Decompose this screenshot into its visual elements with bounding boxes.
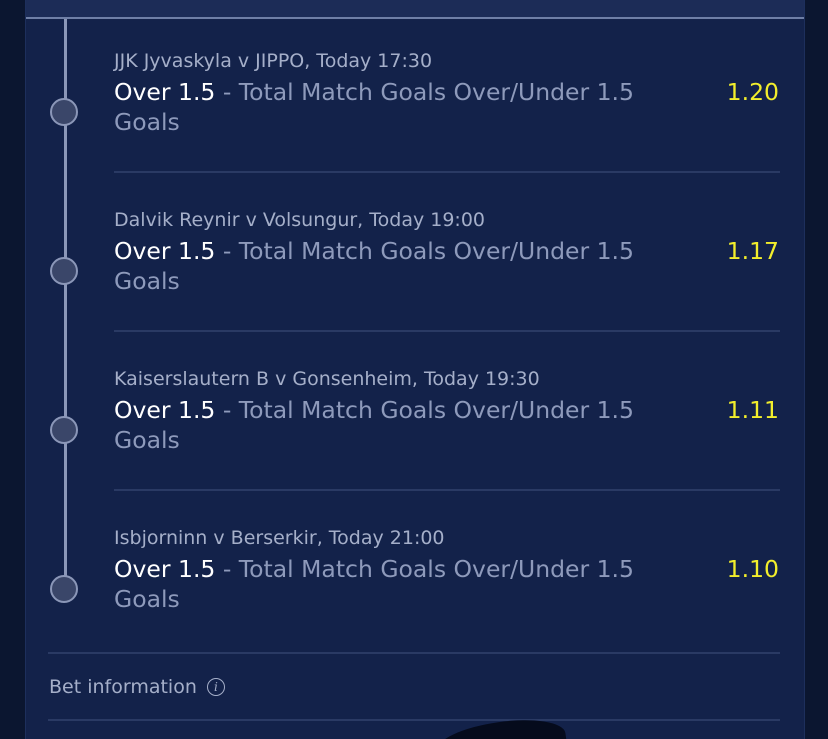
leg-pick: Over 1.5 <box>114 237 216 265</box>
section-divider <box>48 719 780 721</box>
bet-leg: Isbjorninn v Berserkir, Today 21:00 Over… <box>26 527 804 686</box>
timeline-dot-icon <box>50 575 78 603</box>
background-shadow <box>433 713 569 739</box>
bet-slip-card: JJK Jyvaskyla v JIPPO, Today 17:30 Over … <box>25 0 805 739</box>
info-icon[interactable]: i <box>206 678 225 696</box>
leg-odds: 1.17 <box>726 237 779 265</box>
bet-leg: Kaiserslautern B v Gonsenheim, Today 19:… <box>26 368 804 527</box>
leg-selection: Over 1.5 - Total Match Goals Over/Under … <box>114 395 674 455</box>
timeline-dot-icon <box>50 98 78 126</box>
leg-event-name: Kaiserslautern B v Gonsenheim, Today 19:… <box>114 368 540 390</box>
bet-leg: JJK Jyvaskyla v JIPPO, Today 17:30 Over … <box>26 50 804 209</box>
leg-odds: 1.11 <box>726 396 779 424</box>
bet-leg: Dalvik Reynir v Volsungur, Today 19:00 O… <box>26 209 804 368</box>
leg-selection: Over 1.5 - Total Match Goals Over/Under … <box>114 77 674 137</box>
leg-event-name: Dalvik Reynir v Volsungur, Today 19:00 <box>114 209 486 231</box>
leg-odds: 1.20 <box>726 78 779 106</box>
leg-pick: Over 1.5 <box>114 78 216 106</box>
bet-information-toggle[interactable]: Bet information i <box>49 676 225 698</box>
timeline-dot-icon <box>50 416 78 444</box>
leg-selection: Over 1.5 - Total Match Goals Over/Under … <box>114 236 674 296</box>
leg-divider <box>114 489 780 491</box>
bet-information-label: Bet information <box>49 676 197 698</box>
leg-selection: Over 1.5 - Total Match Goals Over/Under … <box>114 554 674 614</box>
section-divider <box>48 652 780 654</box>
leg-divider <box>114 330 780 332</box>
leg-pick: Over 1.5 <box>114 555 216 583</box>
leg-pick: Over 1.5 <box>114 396 216 424</box>
leg-event-name: Isbjorninn v Berserkir, Today 21:00 <box>114 527 445 549</box>
leg-odds: 1.10 <box>726 555 779 583</box>
timeline-dot-icon <box>50 257 78 285</box>
card-header-strip <box>26 0 804 19</box>
leg-divider <box>114 171 780 173</box>
leg-event-name: JJK Jyvaskyla v JIPPO, Today 17:30 <box>114 50 433 72</box>
